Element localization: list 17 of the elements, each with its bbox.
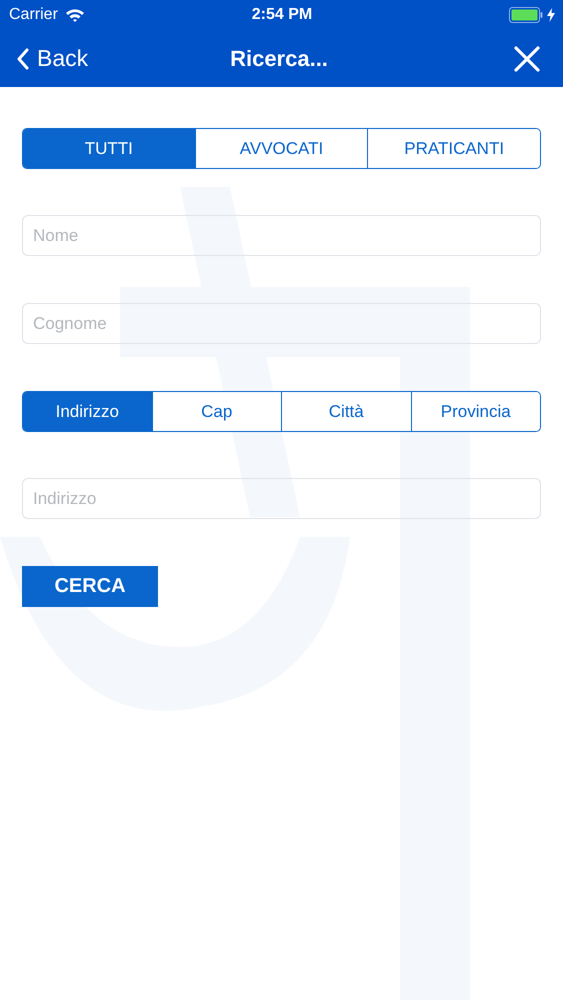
segment-tab[interactable]: Provincia (410, 392, 540, 431)
input-field[interactable]: Indirizzo (22, 478, 541, 519)
battery-icon (509, 7, 543, 23)
wifi-icon (64, 8, 85, 22)
input-field[interactable]: Nome (22, 215, 541, 256)
close-icon[interactable] (513, 44, 541, 72)
back-button[interactable]: Back (17, 45, 127, 72)
screen-title: Ricerca... (230, 46, 328, 72)
carrier-label: Carrier (9, 6, 58, 24)
input-field[interactable]: Cognome (22, 303, 541, 344)
segment-tab[interactable]: Indirizzo (23, 392, 152, 431)
segment-tab[interactable]: PRATICANTI (367, 129, 540, 168)
chevron-icon (17, 48, 29, 70)
charging-icon (547, 8, 555, 22)
segment-tab[interactable]: TUTTI (23, 129, 195, 168)
search-button[interactable]: CERCA (22, 566, 158, 607)
status-time: 2:54 PM (252, 6, 312, 24)
